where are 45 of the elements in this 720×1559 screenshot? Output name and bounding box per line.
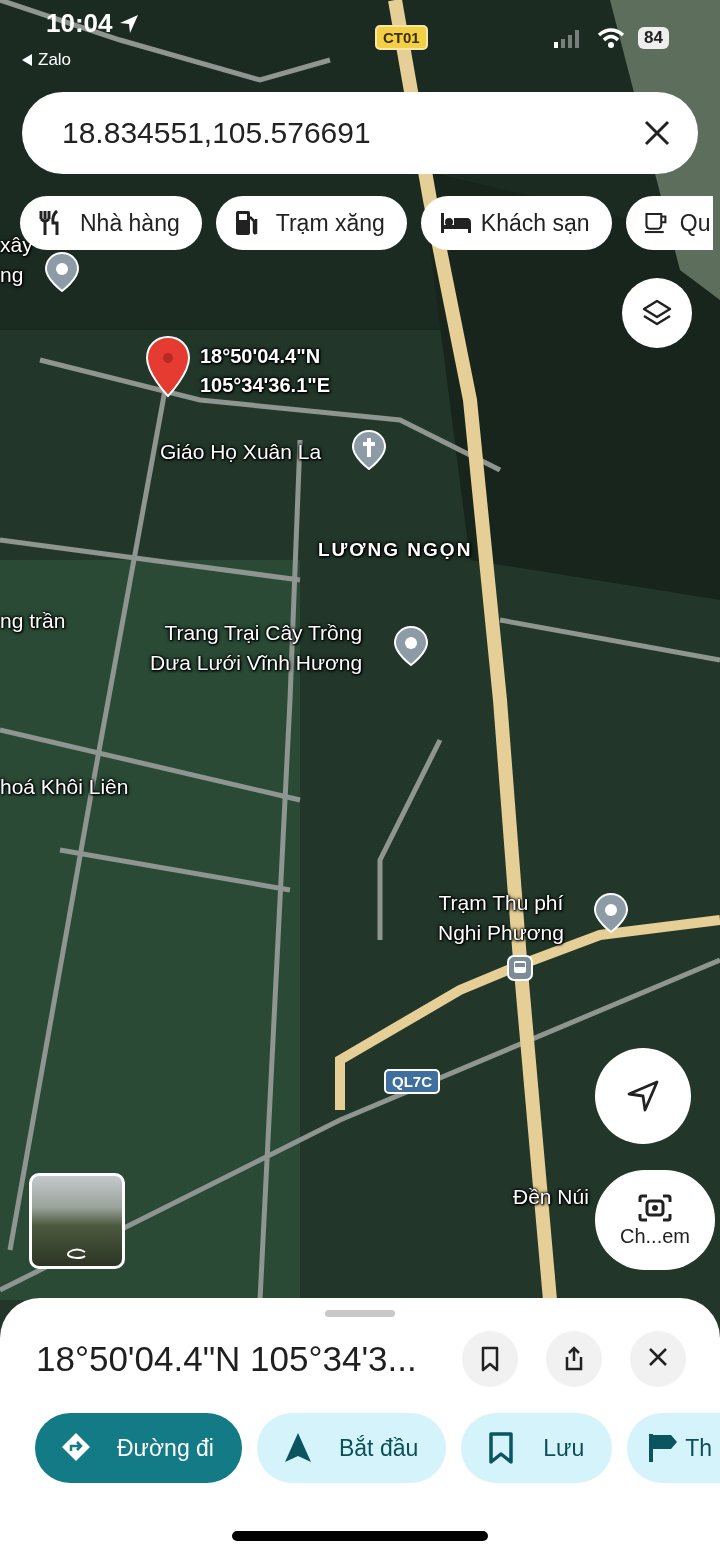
place-pin-icon[interactable]: [594, 893, 628, 933]
battery-indicator: 84: [638, 27, 669, 49]
share-icon: [563, 1346, 585, 1372]
navigation-arrow-icon: [282, 1432, 313, 1464]
road-shield: CT01: [375, 25, 428, 50]
camera-search-icon: [638, 1192, 672, 1223]
place-label: Giáo Họ Xuân La: [160, 439, 322, 465]
category-chip[interactable]: Khách sạn: [420, 196, 612, 250]
pin-coordinates: 18°50'04.4"N 105°34'36.1"E: [200, 344, 331, 398]
close-button[interactable]: [630, 1331, 686, 1387]
location-pin-icon: [146, 336, 190, 398]
action-button[interactable]: Bắt đầu: [256, 1413, 447, 1483]
place-pin-icon[interactable]: [45, 252, 79, 292]
share-button[interactable]: [546, 1331, 602, 1387]
place-label: Trang Trại Cây Trồng Dưa Lưới Vĩnh Hương: [150, 620, 363, 676]
directions-icon: [61, 1432, 91, 1464]
bookmark-icon: [479, 1346, 501, 1372]
back-to-app-link[interactable]: Zalo: [38, 50, 72, 70]
church-pin-icon[interactable]: [352, 430, 386, 470]
place-pin-icon[interactable]: [394, 626, 428, 666]
action-button[interactable]: Đường đi: [35, 1413, 242, 1483]
save-button[interactable]: [462, 1331, 518, 1387]
navigation-arrow-icon: [626, 1079, 660, 1113]
street-view-thumbnail[interactable]: [29, 1173, 125, 1269]
place-label: hoá Khôi Liên: [0, 774, 129, 800]
category-chip[interactable]: Trạm xăng: [215, 196, 407, 250]
area-label: LƯƠNG NGỌN: [318, 538, 473, 562]
rotate-icon: [66, 1248, 88, 1260]
back-triangle-icon[interactable]: [22, 54, 32, 66]
search-input[interactable]: 18.834551,105.576691: [22, 92, 698, 174]
wifi-icon: [597, 28, 625, 48]
flag-icon: [647, 1432, 678, 1464]
action-button[interactable]: Th: [627, 1413, 720, 1483]
place-title: 18°50'04.4"N 105°34'3...: [36, 1339, 418, 1379]
category-chip[interactable]: Qu: [625, 196, 713, 250]
layers-icon: [641, 298, 673, 328]
bus-icon[interactable]: [507, 955, 533, 981]
drag-handle[interactable]: [325, 1310, 395, 1317]
location-arrow-icon: [118, 13, 139, 34]
place-label: ng trần: [0, 608, 66, 634]
road-shield: QL7C: [384, 1069, 440, 1094]
action-button[interactable]: Lưu: [461, 1413, 613, 1483]
close-icon: [644, 120, 670, 146]
signal-icon: [554, 30, 582, 48]
status-time: 10:04: [46, 8, 113, 39]
